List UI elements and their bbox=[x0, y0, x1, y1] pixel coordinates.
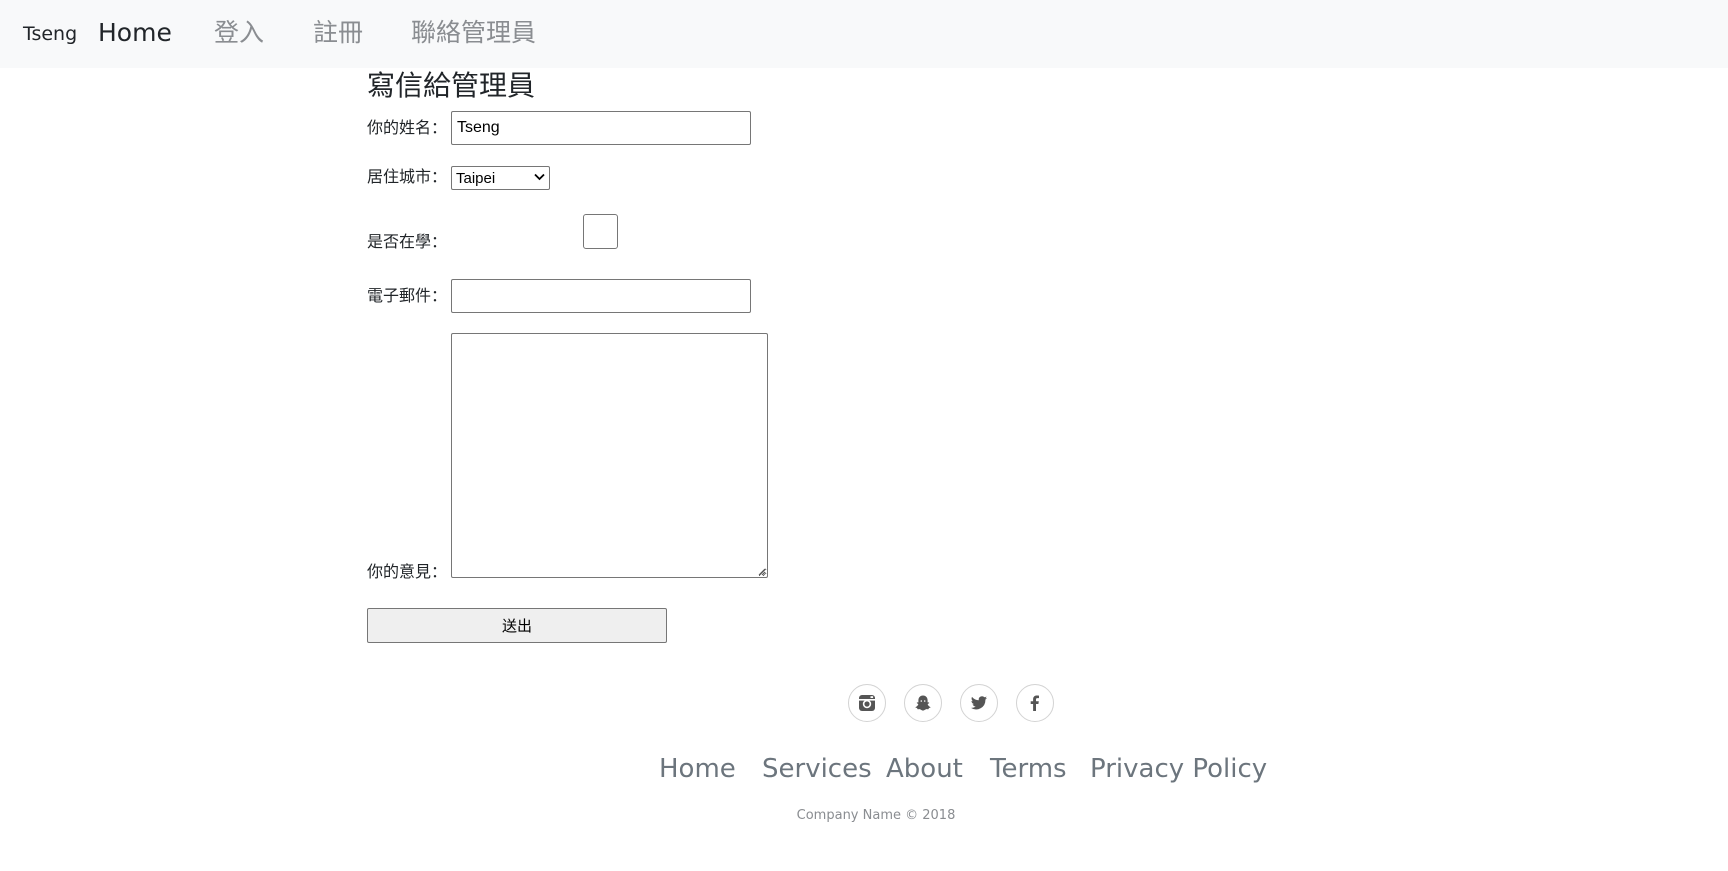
navbar-brand[interactable]: Tseng bbox=[23, 23, 77, 45]
footer-link-terms[interactable]: Terms bbox=[990, 752, 1067, 786]
nav-link-contact-admin[interactable]: 聯絡管理員 bbox=[411, 18, 536, 48]
navbar: Tseng Home 登入 註冊 聯絡管理員 bbox=[0, 0, 1728, 68]
form-title: 寫信給管理員 bbox=[367, 69, 536, 102]
copyright-text: Company Name © 2018 bbox=[796, 808, 956, 823]
city-label: 居住城市： bbox=[367, 167, 448, 186]
opinion-textarea[interactable] bbox=[451, 333, 768, 578]
student-label: 是否在學： bbox=[367, 232, 448, 251]
twitter-icon[interactable] bbox=[960, 684, 998, 722]
submit-button[interactable]: 送出 bbox=[367, 608, 667, 643]
chevron-down-icon bbox=[534, 172, 545, 184]
footer-link-privacy-policy[interactable]: Privacy Policy bbox=[1090, 752, 1267, 786]
footer-links: Home Services About Terms Privacy Policy bbox=[0, 752, 1728, 786]
name-label: 你的姓名： bbox=[367, 118, 448, 137]
instagram-icon[interactable] bbox=[848, 684, 886, 722]
nav-link-login[interactable]: 登入 bbox=[214, 18, 264, 48]
email-label: 電子郵件： bbox=[367, 286, 448, 305]
footer-link-services[interactable]: Services bbox=[762, 752, 872, 786]
facebook-icon[interactable] bbox=[1016, 684, 1054, 722]
student-checkbox[interactable] bbox=[583, 214, 618, 249]
nav-link-home[interactable]: Home bbox=[98, 18, 172, 48]
footer-link-about[interactable]: About bbox=[886, 752, 963, 786]
city-select[interactable]: Taipei bbox=[451, 166, 550, 190]
footer-link-home[interactable]: Home bbox=[659, 752, 736, 786]
name-input[interactable] bbox=[451, 111, 751, 145]
opinion-label: 你的意見： bbox=[367, 562, 448, 581]
email-field[interactable] bbox=[451, 279, 751, 313]
city-select-value: Taipei bbox=[456, 169, 496, 187]
nav-link-register[interactable]: 註冊 bbox=[313, 18, 363, 48]
snapchat-icon[interactable] bbox=[904, 684, 942, 722]
